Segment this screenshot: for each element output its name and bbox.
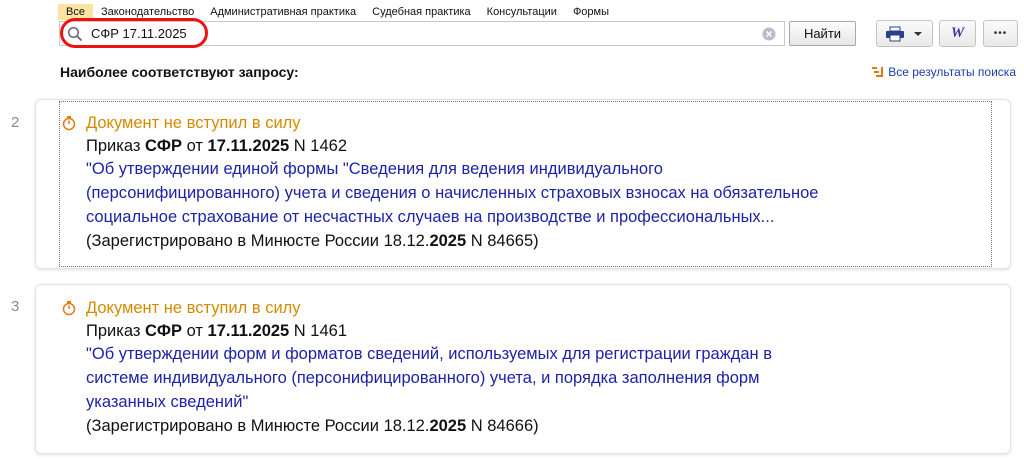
more-icon: •••	[993, 28, 1008, 39]
document-title-link[interactable]: "Об утверждении единой формы "Сведения д…	[86, 158, 663, 181]
document-status: Документ не вступил в силу	[86, 299, 301, 317]
document-title-link[interactable]: указанных сведений"	[86, 391, 248, 414]
document-title-link[interactable]: (персонифицированного) учета и сведения …	[86, 182, 818, 205]
result-card[interactable]: Документ не вступил в силу Приказ СФР от…	[35, 99, 1011, 269]
word-icon: W	[950, 25, 965, 41]
result-number: 3	[11, 298, 20, 315]
tab-consultations[interactable]: Консультации	[479, 4, 565, 20]
filter-tabs: Все Законодательство Административная пр…	[58, 4, 617, 20]
tab-legislation[interactable]: Законодательство	[93, 4, 202, 20]
more-button[interactable]: •••	[983, 20, 1018, 47]
printer-icon	[885, 26, 904, 41]
registration-info: (Зарегистрировано в Минюсте России 18.12…	[86, 417, 539, 435]
word-export-button[interactable]: W	[939, 20, 976, 47]
print-button[interactable]	[876, 20, 933, 47]
document-title-link[interactable]: "Об утверждении форм и форматов сведений…	[86, 343, 772, 366]
stopwatch-icon	[62, 301, 76, 316]
tab-forms[interactable]: Формы	[565, 4, 617, 20]
result-number: 2	[11, 114, 20, 131]
clear-icon[interactable]	[762, 27, 776, 41]
search-input[interactable]	[91, 24, 731, 43]
tab-judicial-practice[interactable]: Судебная практика	[364, 4, 478, 20]
tab-administrative-practice[interactable]: Административная практика	[202, 4, 364, 20]
find-button[interactable]: Найти	[789, 21, 856, 46]
document-type: Приказ СФР от 17.11.2025 N 1462	[86, 137, 348, 155]
document-type: Приказ СФР от 17.11.2025 N 1461	[86, 322, 348, 340]
chevron-down-icon[interactable]	[911, 29, 925, 39]
search-icon	[67, 26, 83, 42]
results-heading: Наиболее соответствуют запросу:	[60, 64, 299, 80]
search-box	[59, 21, 785, 46]
result-card[interactable]: Документ не вступил в силу Приказ СФР от…	[35, 284, 1011, 454]
document-status: Документ не вступил в силу	[86, 114, 301, 132]
document-title-link[interactable]: социальное страхование от несчастных слу…	[86, 206, 774, 229]
registration-info: (Зарегистрировано в Минюсте России 18.12…	[86, 232, 539, 250]
document-title-link[interactable]: системе индивидуального (персонифицирова…	[86, 367, 759, 390]
all-results-label: Все результаты поиска	[888, 65, 1016, 79]
all-results-link[interactable]: Все результаты поиска	[872, 65, 1016, 79]
stopwatch-icon	[62, 116, 76, 131]
tab-all[interactable]: Все	[58, 4, 93, 20]
list-icon	[872, 67, 884, 77]
